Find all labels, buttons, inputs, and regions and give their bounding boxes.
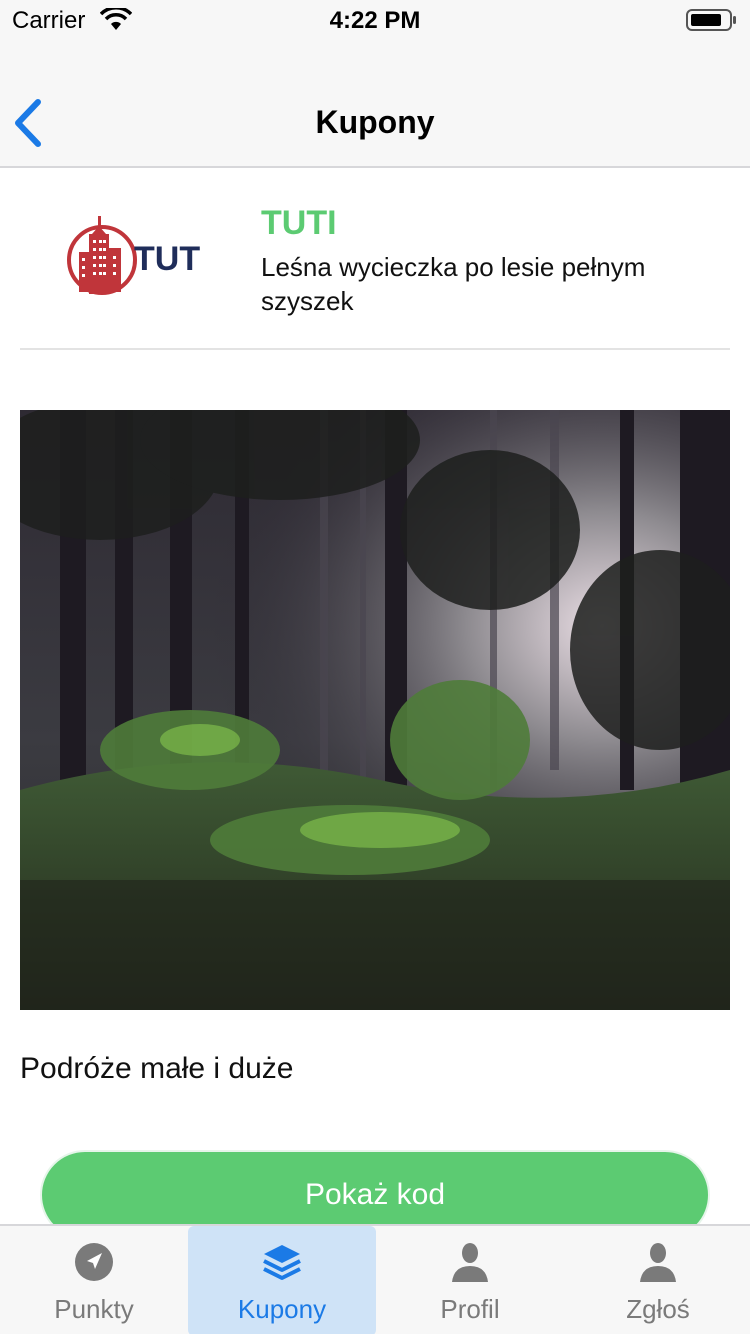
divider	[20, 348, 730, 350]
tab-profil[interactable]: Profil	[376, 1226, 564, 1334]
merchant-logo: TUTI	[67, 216, 202, 295]
clock: 4:22 PM	[329, 7, 421, 34]
battery-icon	[686, 9, 736, 31]
tab-kupony[interactable]: Kupony	[188, 1226, 376, 1334]
tab-label: Kupony	[237, 1294, 327, 1324]
navigation-arrow-icon	[75, 1243, 113, 1281]
tab-punkty[interactable]: Punkty	[0, 1226, 188, 1334]
page-title: Kupony	[315, 104, 435, 140]
coupon-caption: Podróże małe i duże	[20, 1052, 294, 1085]
person-icon	[640, 1243, 676, 1282]
logo-wordmark: TUTI	[134, 240, 202, 278]
merchant-name: TUTI	[261, 204, 337, 242]
tab-label: Profil	[440, 1294, 500, 1324]
tab-label: Punkty	[54, 1294, 134, 1324]
forest-image	[20, 410, 730, 1010]
status-bar: Carrier 4:22 PM	[0, 0, 750, 40]
tab-label: Zgłoś	[626, 1294, 690, 1324]
tab-bar: Punkty Kupony Profil Zgłoś	[0, 1224, 750, 1334]
tab-zglos[interactable]: Zgłoś	[564, 1226, 750, 1334]
navigation-bar: Kupony	[0, 40, 750, 168]
person-icon	[452, 1243, 488, 1282]
coupon-screen: Carrier 4:22 PM Kupony TUTI TUTI Leśna w…	[0, 0, 750, 1334]
layers-icon	[263, 1245, 301, 1280]
coupon-image	[20, 410, 730, 1010]
coupon-description: Leśna wycieczka po lesie pełnym szyszek	[261, 252, 646, 316]
merchant-header: TUTI TUTI Leśna wycieczka po lesie pełny…	[0, 168, 750, 350]
